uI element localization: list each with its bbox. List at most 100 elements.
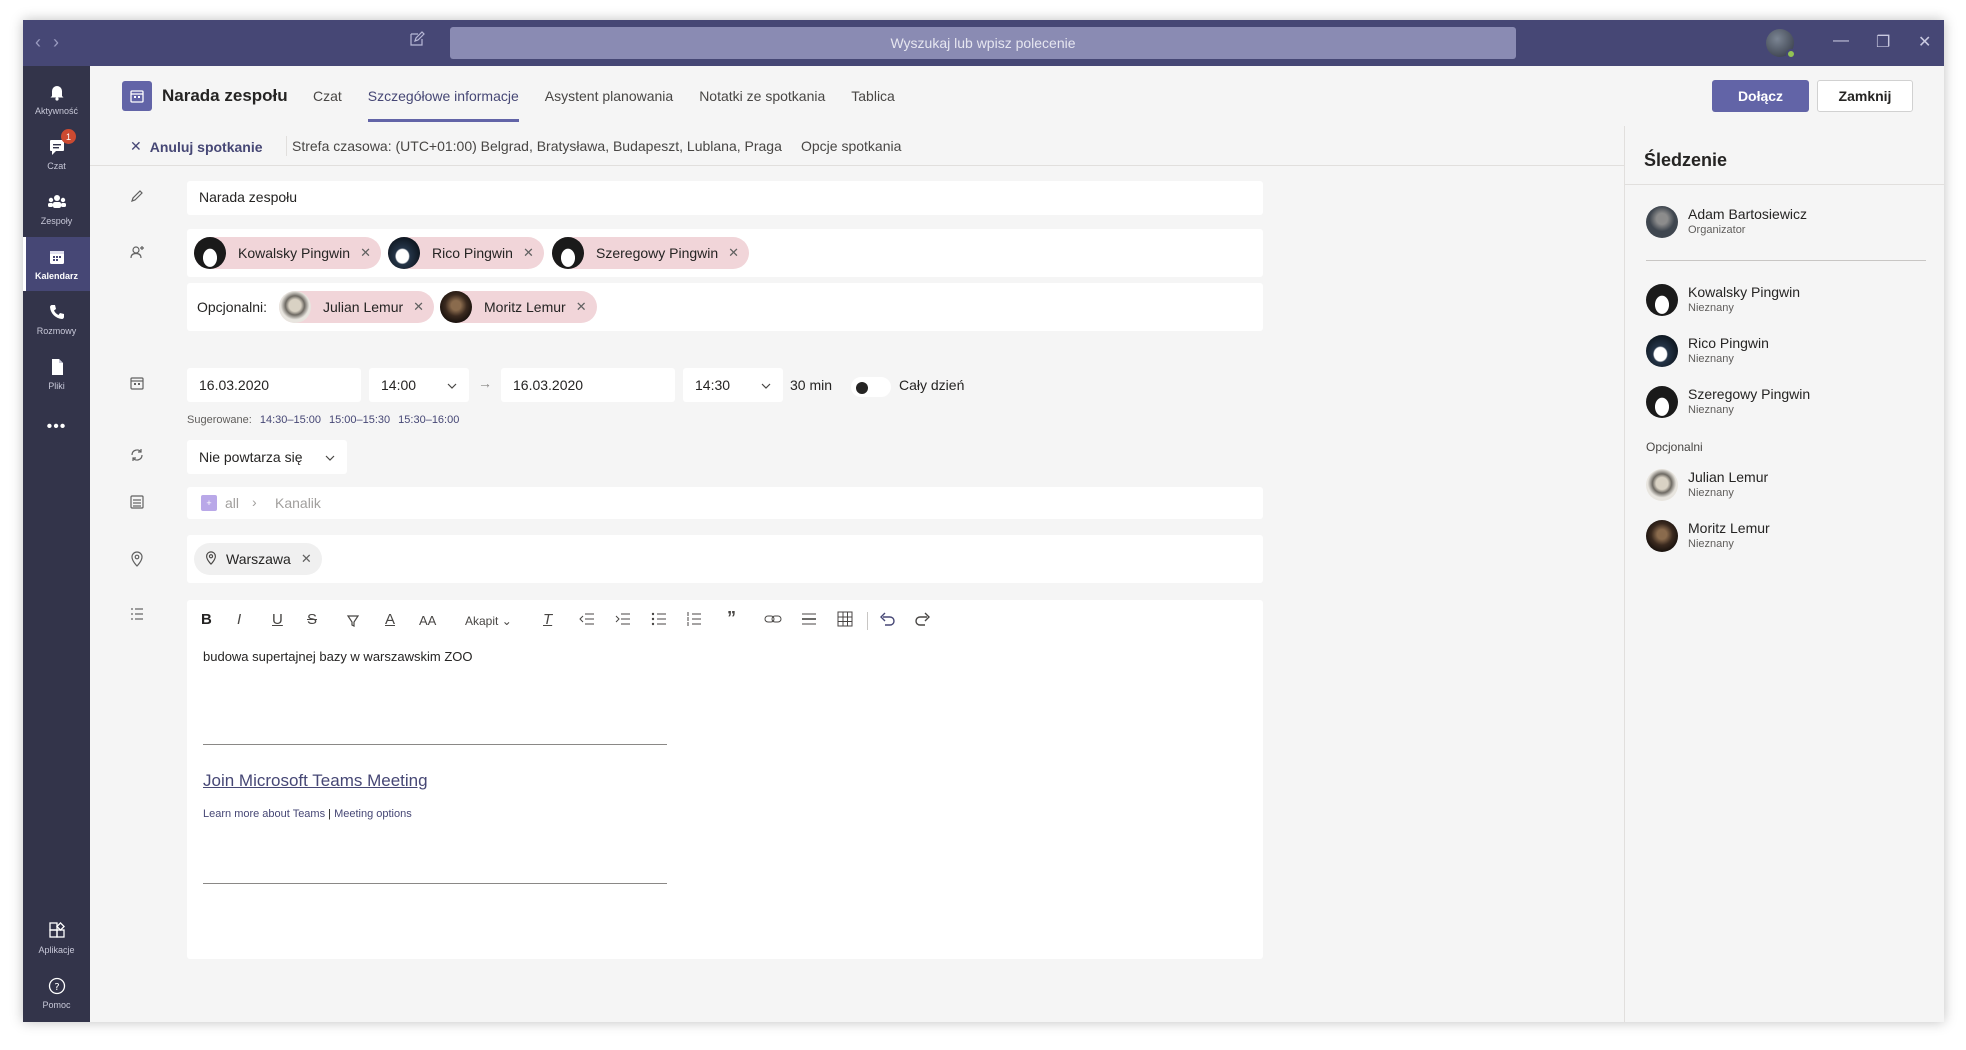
timezone-selector[interactable]: Strefa czasowa: (UTC+01:00) Belgrad, Bra…: [292, 138, 782, 154]
attendee-chip[interactable]: Rico Pingwin ✕: [388, 237, 544, 269]
rail-label: Rozmowy: [36, 326, 77, 336]
end-date-picker[interactable]: 16.03.2020: [501, 368, 675, 402]
suggested-slot[interactable]: 14:30–15:00: [260, 414, 321, 426]
undo-icon[interactable]: [879, 612, 895, 630]
calendar-icon: [46, 247, 68, 267]
attendee-chip[interactable]: Szeregowy Pingwin ✕: [552, 237, 750, 269]
numbered-list-icon[interactable]: [686, 612, 702, 630]
suggested-slot[interactable]: 15:30–16:00: [398, 414, 459, 426]
tab-details[interactable]: Szczegółowe informacje: [358, 66, 529, 126]
location-pin-icon: [129, 550, 147, 568]
remove-icon[interactable]: ✕: [413, 299, 424, 315]
rail-label: Pliki: [48, 381, 65, 391]
location-chip[interactable]: Warszawa ✕: [194, 543, 322, 575]
rail-item-apps[interactable]: Aplikacje: [23, 911, 90, 965]
chevron-down-icon: [447, 378, 457, 394]
attendee-item[interactable]: Rico Pingwin Nieznany: [1646, 333, 1936, 369]
person-name: Kowalsky Pingwin: [1688, 284, 1801, 300]
remove-icon[interactable]: ✕: [728, 245, 739, 261]
attendee-item[interactable]: Szeregowy Pingwin Nieznany: [1646, 384, 1936, 420]
font-size-icon[interactable]: AA: [419, 613, 436, 628]
link-icon[interactable]: [764, 612, 782, 630]
redo-icon[interactable]: [915, 612, 931, 630]
meeting-options-button[interactable]: Opcje spotkania: [801, 138, 901, 154]
join-button[interactable]: Dołącz: [1712, 80, 1809, 112]
join-teams-meeting-link[interactable]: Join Microsoft Teams Meeting: [203, 771, 428, 791]
rail-item-teams[interactable]: Zespoły: [23, 182, 90, 236]
tracking-title: Śledzenie: [1644, 150, 1728, 170]
font-color-icon[interactable]: A: [385, 611, 395, 628]
repeat-dropdown[interactable]: Nie powtarza się: [187, 440, 347, 474]
rail-label: Kalendarz: [34, 271, 78, 281]
attendee-name: Kowalsky Pingwin: [238, 245, 351, 261]
paragraph-dropdown[interactable]: Akapit ⌄: [465, 614, 512, 628]
presence-available-icon: [1786, 49, 1796, 59]
channel-field[interactable]: + all › Kanalik: [187, 487, 1263, 519]
optional-attendees-field[interactable]: Opcjonalni: Julian Lemur ✕ Moritz Lemur …: [187, 283, 1263, 331]
quote-icon[interactable]: ”: [727, 608, 736, 629]
rail-item-files[interactable]: Pliki: [23, 347, 90, 401]
bold-icon[interactable]: B: [201, 611, 212, 628]
close-button[interactable]: Zamknij: [1817, 80, 1913, 112]
start-time-picker[interactable]: 14:00: [369, 368, 469, 402]
calendar-small-icon: [129, 375, 147, 393]
cancel-meeting-button[interactable]: ✕ Anuluj spotkanie: [130, 138, 263, 155]
minimize-icon[interactable]: —: [1833, 32, 1849, 50]
meeting-options-link[interactable]: Meeting options: [334, 808, 412, 820]
tab-scheduling-assistant[interactable]: Asystent planowania: [535, 66, 683, 126]
decrease-indent-icon[interactable]: [579, 612, 595, 630]
rail-item-help[interactable]: ? Pomoc: [23, 966, 90, 1020]
tab-whiteboard[interactable]: Tablica: [841, 66, 905, 126]
person-status: Organizator: [1688, 224, 1746, 236]
attendee-name: Szeregowy Pingwin: [596, 245, 719, 261]
italic-icon[interactable]: I: [237, 611, 241, 628]
description-text[interactable]: budowa supertajnej bazy w warszawskim ZO…: [203, 649, 473, 664]
remove-icon[interactable]: ✕: [301, 551, 312, 567]
end-time-picker[interactable]: 14:30: [683, 368, 783, 402]
start-date-picker[interactable]: 16.03.2020: [187, 368, 361, 402]
attendee-item[interactable]: Moritz Lemur Nieznany: [1646, 518, 1936, 554]
remove-icon[interactable]: ✕: [576, 299, 587, 315]
increase-indent-icon[interactable]: [615, 612, 631, 630]
apps-icon: [46, 921, 68, 941]
organizer-item[interactable]: Adam Bartosiewicz Organizator: [1646, 204, 1936, 240]
location-field[interactable]: Warszawa ✕: [187, 535, 1263, 583]
tab-meeting-notes[interactable]: Notatki ze spotkania: [689, 66, 835, 126]
attendee-chip[interactable]: Kowalsky Pingwin ✕: [194, 237, 381, 269]
more-dots-icon: •••: [46, 418, 67, 435]
remove-icon[interactable]: ✕: [523, 245, 534, 261]
forward-arrow-icon[interactable]: ›: [53, 32, 59, 53]
suggested-slot[interactable]: 15:00–15:30: [329, 414, 390, 426]
highlight-icon[interactable]: [345, 612, 361, 632]
learn-more-link[interactable]: Learn more about Teams: [203, 808, 325, 820]
title-field[interactable]: Narada zespołu: [187, 181, 1263, 215]
strikethrough-icon[interactable]: S: [307, 611, 317, 628]
close-window-icon[interactable]: ✕: [1918, 32, 1931, 52]
divider-line: [203, 883, 667, 884]
rail-item-calls[interactable]: Rozmowy: [23, 292, 90, 346]
attendee-chip[interactable]: Julian Lemur ✕: [279, 291, 435, 323]
attendee-item[interactable]: Kowalsky Pingwin Nieznany: [1646, 282, 1936, 318]
clear-format-icon[interactable]: T: [543, 611, 552, 628]
all-day-toggle[interactable]: [851, 377, 891, 397]
compose-icon[interactable]: [409, 31, 425, 52]
rail-item-more[interactable]: •••: [23, 402, 90, 456]
description-editor[interactable]: B I U S A AA Akapit ⌄ T ” budowa superta…: [187, 600, 1263, 959]
avatar: [1646, 284, 1678, 316]
attendee-item[interactable]: Julian Lemur Nieznany: [1646, 467, 1936, 503]
back-arrow-icon[interactable]: ‹: [35, 32, 41, 53]
rail-item-activity[interactable]: Aktywność: [23, 72, 90, 126]
underline-icon[interactable]: U: [272, 611, 283, 628]
attendee-chip[interactable]: Moritz Lemur ✕: [440, 291, 597, 323]
table-icon[interactable]: [837, 611, 853, 631]
remove-icon[interactable]: ✕: [360, 245, 371, 261]
rail-item-chat[interactable]: 1 Czat: [23, 127, 90, 181]
required-attendees-field[interactable]: Kowalsky Pingwin ✕ Rico Pingwin ✕ Szereg…: [187, 229, 1263, 277]
tab-chat[interactable]: Czat: [303, 66, 352, 126]
horizontal-rule-icon[interactable]: [801, 612, 817, 630]
bulleted-list-icon[interactable]: [651, 612, 667, 630]
rail-item-calendar[interactable]: Kalendarz: [23, 237, 90, 291]
restore-icon[interactable]: ❐: [1876, 32, 1890, 52]
search-input[interactable]: Wyszukaj lub wpisz polecenie: [450, 27, 1516, 59]
user-avatar[interactable]: [1766, 29, 1796, 59]
